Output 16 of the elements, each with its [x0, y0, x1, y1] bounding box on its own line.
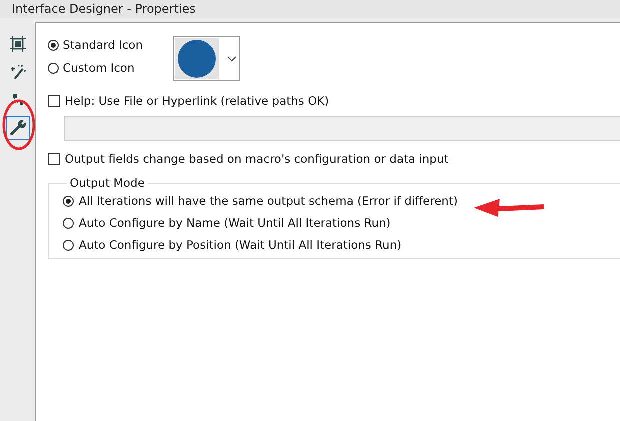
output-mode-radio[interactable]: Auto Configure by Position (Wait Until All Iterations Run): [63, 238, 620, 252]
group-title: Output Mode: [69, 176, 146, 190]
chevron-down-icon: [227, 56, 238, 62]
output-mode-radio[interactable]: All Iterations will have the same output schema (Error if different): [63, 194, 620, 208]
icon-picker[interactable]: [173, 36, 240, 81]
annotation-circle: [2, 99, 36, 151]
annotation-arrow: [474, 199, 546, 217]
help-checkbox[interactable]: Help: Use File or Hyperlink (relative paths OK): [48, 94, 620, 108]
window-title: Interface Designer - Properties: [12, 2, 196, 16]
output-mode-radio[interactable]: Auto Configure by Name (Wait Until All Iterations Run): [63, 216, 620, 230]
wrench-icon[interactable]: [6, 116, 30, 140]
help-path-field[interactable]: [64, 116, 620, 141]
output-fields-checkbox[interactable]: Output fields change based on macro's configuration or data input: [48, 152, 620, 166]
icon-radio[interactable]: Custom Icon: [48, 61, 144, 75]
circle-icon: [177, 38, 218, 78]
icon-radio[interactable]: Standard Icon: [48, 38, 144, 52]
